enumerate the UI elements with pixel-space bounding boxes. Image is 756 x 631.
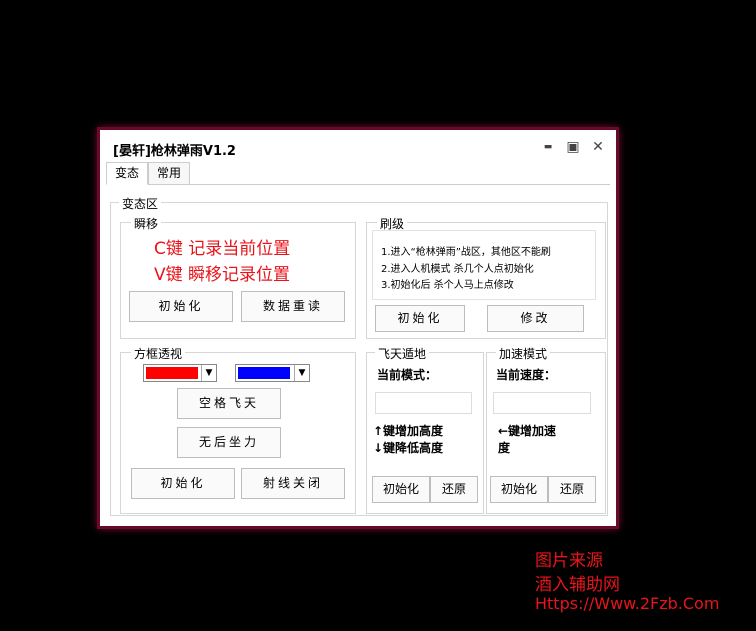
esp-init-button[interactable]: 初始化 [131, 468, 235, 499]
watermark-line-2: 酒入辅助网 [535, 575, 620, 595]
fly-group-label: 飞天遁地 [375, 345, 430, 362]
tab-strip: 变态 常用 [106, 162, 610, 185]
minimize-button[interactable]: ▬ [540, 140, 556, 154]
fly-restore-button[interactable]: 还原 [430, 476, 478, 503]
esp-color-select-1[interactable]: ▼ [143, 364, 217, 382]
speed-hint-line1: ←键增加速 [498, 424, 557, 438]
brush-note-1: 1.进入“枪林弹雨”战区，其他区不能刷 [381, 247, 551, 258]
teleport-reload-button[interactable]: 数据重读 [241, 291, 345, 322]
tab-biantai[interactable]: 变态 [106, 162, 149, 185]
chevron-down-icon: ▼ [294, 365, 309, 381]
brush-init-button[interactable]: 初始化 [375, 305, 465, 332]
window-title: [晏轩]枪林弹雨V1.2 [113, 144, 236, 159]
app-window: [晏轩]枪林弹雨V1.2 ▬ ▣ ✕ 变态 常用 变态区 瞬移 C键 记录当前位… [100, 130, 616, 526]
speed-restore-button[interactable]: 还原 [548, 476, 596, 503]
no-recoil-button[interactable]: 无后坐力 [177, 427, 281, 458]
watermark-line-3: Https://Www.2Fzb.Com [535, 594, 720, 613]
fly-mode-label: 当前模式： [377, 368, 438, 382]
esp-color-select-2[interactable]: ▼ [235, 364, 310, 382]
brush-note-3: 3.初始化后 杀个人马上点修改 [381, 280, 514, 291]
teleport-init-button[interactable]: 初始化 [129, 291, 233, 322]
fly-mode-field[interactable] [375, 392, 472, 414]
fly-init-button[interactable]: 初始化 [372, 476, 430, 503]
chevron-down-icon: ▼ [201, 365, 216, 381]
fly-up-hint: ↑键增加高度 [373, 424, 444, 438]
speed-field[interactable] [493, 392, 591, 414]
speed-init-button[interactable]: 初始化 [490, 476, 548, 503]
teleport-hint-record: C键 记录当前位置 [154, 239, 291, 259]
esp-group-label: 方框透视 [131, 345, 186, 362]
esp-color-swatch-1 [146, 367, 198, 379]
brush-modify-button[interactable]: 修改 [487, 305, 584, 332]
teleport-group-label: 瞬移 [131, 215, 162, 232]
fly-down-hint: ↓键降低高度 [373, 441, 444, 455]
brush-notes: 1.进入“枪林弹雨”战区，其他区不能刷 2.进入人机模式 杀几个人点初始化 3.… [372, 230, 596, 300]
watermark-line-1: 图片来源 [535, 551, 603, 571]
teleport-hint-jump: V键 瞬移记录位置 [154, 265, 291, 285]
space-fly-button[interactable]: 空格飞天 [177, 388, 281, 419]
brush-note-2: 2.进入人机模式 杀几个人点初始化 [381, 264, 534, 275]
close-button[interactable]: ✕ [590, 140, 606, 154]
tab-changyong[interactable]: 常用 [148, 162, 191, 185]
main-group-label: 变态区 [119, 195, 162, 212]
maximize-button[interactable]: ▣ [565, 140, 581, 154]
speed-hint-line2: 度 [498, 441, 511, 455]
speed-group-label: 加速模式 [496, 345, 551, 362]
esp-color-swatch-2 [238, 367, 290, 379]
title-bar[interactable]: [晏轩]枪林弹雨V1.2 ▬ ▣ ✕ [100, 130, 616, 164]
ray-off-button[interactable]: 射线关闭 [241, 468, 345, 499]
speed-label: 当前速度： [496, 368, 557, 382]
